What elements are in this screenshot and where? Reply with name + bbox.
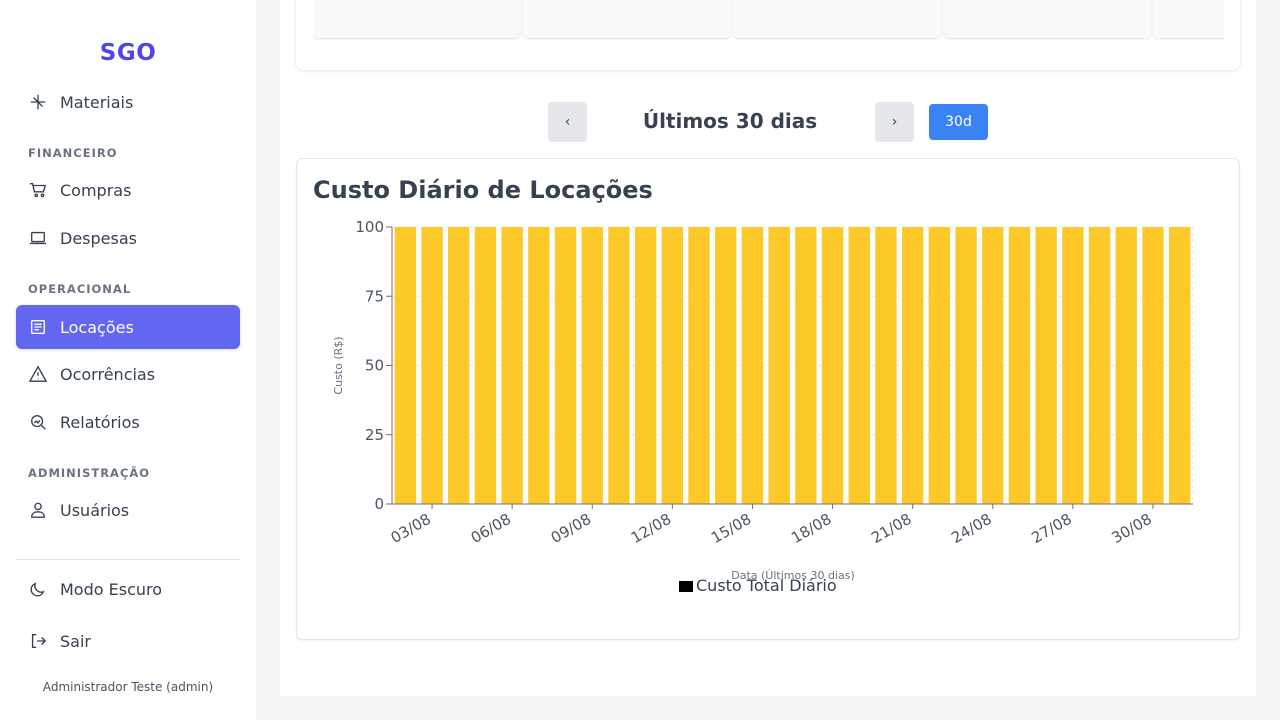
logout-icon bbox=[28, 631, 48, 651]
warning-icon bbox=[28, 364, 48, 384]
summary-tiles bbox=[313, 0, 1224, 42]
summary-tile bbox=[523, 0, 731, 38]
bar bbox=[421, 227, 443, 504]
sidebar-item-label: Locações bbox=[60, 317, 134, 337]
bar bbox=[1008, 227, 1031, 504]
bar bbox=[474, 227, 497, 504]
dark-mode-toggle[interactable]: Modo Escuro bbox=[16, 567, 240, 611]
bar bbox=[795, 227, 817, 504]
x-tick-label: 27/08 bbox=[1028, 510, 1074, 547]
document-icon bbox=[28, 317, 48, 337]
summary-tile bbox=[313, 0, 521, 38]
summary-tile bbox=[733, 0, 941, 38]
y-tick-label: 75 bbox=[365, 287, 384, 305]
bar bbox=[741, 227, 764, 504]
sidebar-item-label: Ocorrências bbox=[60, 364, 156, 384]
bar bbox=[448, 227, 470, 504]
x-tick-label: 18/08 bbox=[788, 510, 834, 547]
bar bbox=[768, 227, 790, 504]
legend-swatch bbox=[679, 581, 693, 592]
sidebar-divider bbox=[16, 559, 240, 560]
y-tick-label: 100 bbox=[355, 218, 384, 236]
y-tick-label: 0 bbox=[374, 495, 384, 513]
bar bbox=[901, 227, 924, 504]
bar bbox=[688, 227, 710, 504]
bar bbox=[1062, 227, 1084, 504]
bar bbox=[501, 227, 523, 504]
bar bbox=[848, 227, 870, 504]
x-tick-label: 24/08 bbox=[948, 510, 994, 547]
logout-label: Sair bbox=[60, 631, 91, 651]
previous-period-button[interactable]: ‹ bbox=[548, 102, 587, 142]
bar-chart: 0 25 50 75 100 03/08 06/08 09/08 12/08 15/08 18/08… bbox=[332, 218, 1194, 595]
sidebar-item-label: Usuários bbox=[60, 500, 130, 520]
y-tick-label: 25 bbox=[365, 426, 384, 444]
legend-label: Custo Total Diário bbox=[696, 576, 837, 595]
bar bbox=[608, 227, 630, 504]
bar bbox=[634, 227, 657, 504]
cart-icon bbox=[28, 180, 48, 200]
sidebar-item-label: Materiais bbox=[60, 92, 134, 112]
chart-title: Custo Diário de Locações bbox=[313, 176, 653, 204]
x-tick-label: 09/08 bbox=[548, 510, 594, 547]
report-search-icon bbox=[28, 412, 48, 432]
summary-tile bbox=[1153, 0, 1224, 38]
next-period-button[interactable]: › bbox=[875, 102, 914, 142]
bar bbox=[1115, 227, 1137, 504]
section-operacional: OPERACIONAL bbox=[28, 282, 132, 296]
range-30d-button[interactable]: 30d bbox=[929, 104, 988, 140]
bar bbox=[1035, 227, 1057, 504]
bar bbox=[528, 227, 550, 504]
sidebar-item-compras[interactable]: Compras bbox=[16, 168, 240, 212]
bar bbox=[715, 227, 737, 504]
bar bbox=[928, 227, 951, 504]
bar bbox=[581, 227, 603, 504]
current-user: Administrador Teste (admin) bbox=[42, 680, 214, 694]
bar bbox=[955, 227, 977, 504]
x-tick-label: 21/08 bbox=[868, 510, 914, 547]
x-tick-label: 12/08 bbox=[628, 510, 674, 547]
bar bbox=[1168, 227, 1191, 504]
sidebar-nav: Materiais FINANCEIRO Compras Despesas OP… bbox=[0, 88, 256, 552]
bar bbox=[661, 227, 684, 504]
x-tick-label: 15/08 bbox=[708, 510, 754, 547]
bar bbox=[875, 227, 897, 504]
dark-mode-label: Modo Escuro bbox=[60, 579, 163, 599]
brand-logo: SGO bbox=[99, 40, 157, 66]
sidebar-item-label: Compras bbox=[60, 180, 132, 200]
sidebar-item-label: Despesas bbox=[60, 228, 137, 248]
x-tick-label: 06/08 bbox=[468, 510, 514, 547]
bar bbox=[982, 227, 1004, 504]
moon-icon bbox=[28, 579, 48, 599]
bar bbox=[821, 227, 844, 504]
sidebar-item-usuarios[interactable]: Usuários bbox=[16, 488, 240, 532]
sidebar-item-label: Relatórios bbox=[60, 412, 140, 432]
sidebar-item-ocorrencias[interactable]: Ocorrências bbox=[16, 352, 240, 396]
bar bbox=[554, 227, 577, 504]
x-tick-label: 30/08 bbox=[1109, 510, 1155, 547]
x-tick-label: 03/08 bbox=[388, 510, 434, 547]
sidebar: SGO Materiais FINANCEIRO Compras Despesa… bbox=[0, 0, 256, 720]
user-icon bbox=[28, 500, 48, 520]
sidebar-item-locacoes[interactable]: Locações bbox=[16, 305, 240, 349]
sidebar-item-materiais[interactable]: Materiais bbox=[16, 88, 240, 124]
period-title: Últimos 30 dias bbox=[642, 109, 818, 133]
logout-button[interactable]: Sair bbox=[16, 619, 240, 663]
section-financeiro: FINANCEIRO bbox=[28, 146, 118, 160]
laptop-icon bbox=[28, 228, 48, 248]
section-administracao: ADMINISTRAÇÃO bbox=[28, 466, 151, 480]
bar bbox=[1088, 227, 1111, 504]
sidebar-item-despesas[interactable]: Despesas bbox=[16, 216, 240, 260]
summary-tile bbox=[943, 0, 1151, 38]
bar bbox=[394, 227, 417, 504]
y-axis-label: Custo (R$) bbox=[332, 336, 345, 394]
bar bbox=[1142, 227, 1164, 504]
y-tick-label: 50 bbox=[365, 357, 384, 375]
materials-icon bbox=[28, 92, 48, 112]
sidebar-item-relatorios[interactable]: Relatórios bbox=[16, 400, 240, 444]
